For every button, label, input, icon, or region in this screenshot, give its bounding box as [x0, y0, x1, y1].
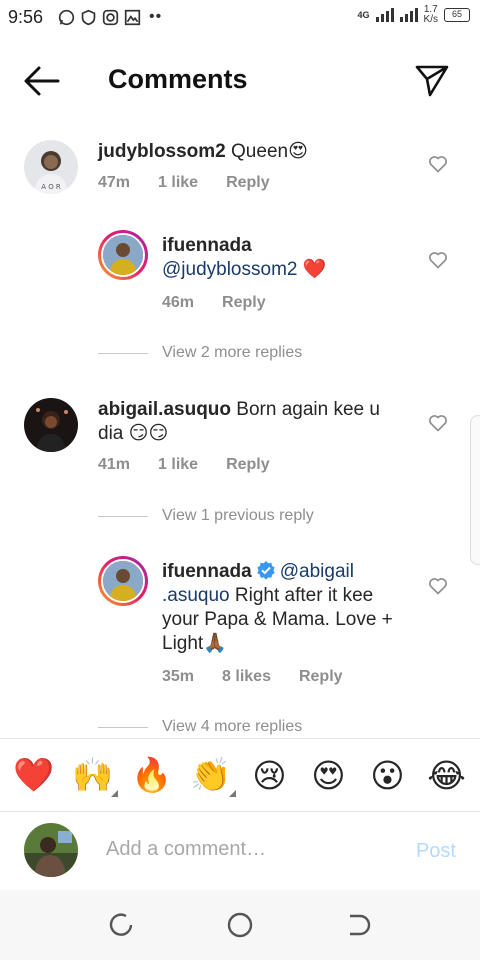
comment-item: abigail.asuquo Born again kee u dia 😏😏 4…: [0, 396, 480, 486]
emoji-heart-eyes[interactable]: 😍: [304, 756, 354, 795]
heart-icon[interactable]: [428, 250, 448, 270]
comment-item: ifuennada @judyblossom2 ❤️ 46m Reply: [0, 230, 480, 320]
comment-username[interactable]: ifuennada: [162, 234, 412, 258]
home-icon[interactable]: [225, 910, 255, 940]
svg-text:A O R: A O R: [41, 183, 61, 191]
emoji-quick-bar: ❤️ 🙌 🔥 👏 😢 😍 😮 😂: [0, 738, 480, 812]
reply-button[interactable]: Reply: [299, 668, 343, 686]
comment-item: ifuennada @abigail .asuquo Right after it…: [0, 556, 480, 696]
avatar[interactable]: [98, 556, 148, 606]
network-type: 4G: [357, 9, 370, 20]
view-previous-reply[interactable]: View 1 previous reply: [98, 507, 314, 525]
comment-time: 35m: [162, 668, 195, 685]
verified-badge-icon: [257, 561, 275, 580]
reply-button[interactable]: Reply: [226, 456, 270, 474]
signal-icon: [375, 8, 394, 22]
heart-icon[interactable]: [428, 154, 448, 174]
instagram-icon: [102, 9, 119, 25]
avatar[interactable]: [98, 230, 148, 280]
comment-input[interactable]: [106, 838, 396, 861]
header: Comments: [0, 50, 480, 110]
system-nav-bar: [0, 890, 480, 960]
comment-likes[interactable]: 8 likes: [222, 668, 271, 686]
heart-icon[interactable]: [428, 576, 448, 596]
more-notifications-icon: ••: [149, 8, 163, 25]
add-comment-bar: Post: [0, 812, 480, 890]
scrollbar[interactable]: [470, 415, 480, 565]
comment-item: A O R judyblossom2 Queen😍 47m 1 like Rep…: [0, 138, 480, 208]
back-arrow-icon[interactable]: [22, 64, 62, 98]
status-bar: 9:56 •• 4G 1.7 K/s 65: [0, 0, 480, 36]
comment-time: 41m: [98, 456, 131, 473]
comment-likes[interactable]: 1 like: [158, 456, 198, 474]
gallery-icon: [124, 9, 141, 25]
my-avatar: [24, 823, 78, 877]
emoji-clapping[interactable]: 👏: [186, 755, 236, 797]
status-time: 9:56: [8, 7, 44, 27]
emoji-surprised[interactable]: 😮: [363, 756, 413, 795]
reply-button[interactable]: Reply: [222, 294, 266, 312]
comment-time: 46m: [162, 294, 195, 311]
view-more-replies[interactable]: View 2 more replies: [98, 344, 302, 362]
comment-username[interactable]: abigail.asuquo: [98, 399, 231, 420]
view-more-replies[interactable]: View 4 more replies: [98, 718, 302, 736]
emoji-laughing[interactable]: 😂: [422, 756, 472, 795]
avatar[interactable]: [24, 398, 78, 452]
post-button[interactable]: Post: [416, 840, 456, 863]
signal-icon-2: [399, 8, 418, 22]
whatsapp-icon: [58, 9, 75, 25]
comment-text: Queen😍: [225, 141, 308, 162]
network-speed: 1.7 K/s: [423, 4, 438, 25]
heart-icon[interactable]: [428, 413, 448, 433]
emoji-crying[interactable]: 😢: [245, 756, 295, 795]
reply-button[interactable]: Reply: [226, 174, 270, 192]
mention-link[interactable]: @judyblossom2: [162, 259, 297, 280]
comment-username[interactable]: ifuennada: [162, 561, 252, 582]
comment-time: 47m: [98, 174, 131, 191]
page-title: Comments: [108, 64, 248, 94]
battery-icon: 65: [444, 8, 470, 22]
avatar[interactable]: A O R: [24, 140, 78, 194]
emoji-fire[interactable]: 🔥: [127, 755, 177, 795]
comment-likes[interactable]: 1 like: [158, 174, 198, 192]
send-direct-icon[interactable]: [414, 62, 450, 98]
comment-username[interactable]: judyblossom2: [98, 141, 226, 162]
shield-icon: [81, 9, 96, 25]
emoji-heart[interactable]: ❤️: [9, 755, 59, 795]
emoji-raising-hands[interactable]: 🙌: [68, 755, 118, 797]
recent-apps-icon[interactable]: [106, 910, 136, 940]
back-nav-icon[interactable]: [344, 910, 374, 940]
comment-text: ❤️: [297, 259, 327, 280]
